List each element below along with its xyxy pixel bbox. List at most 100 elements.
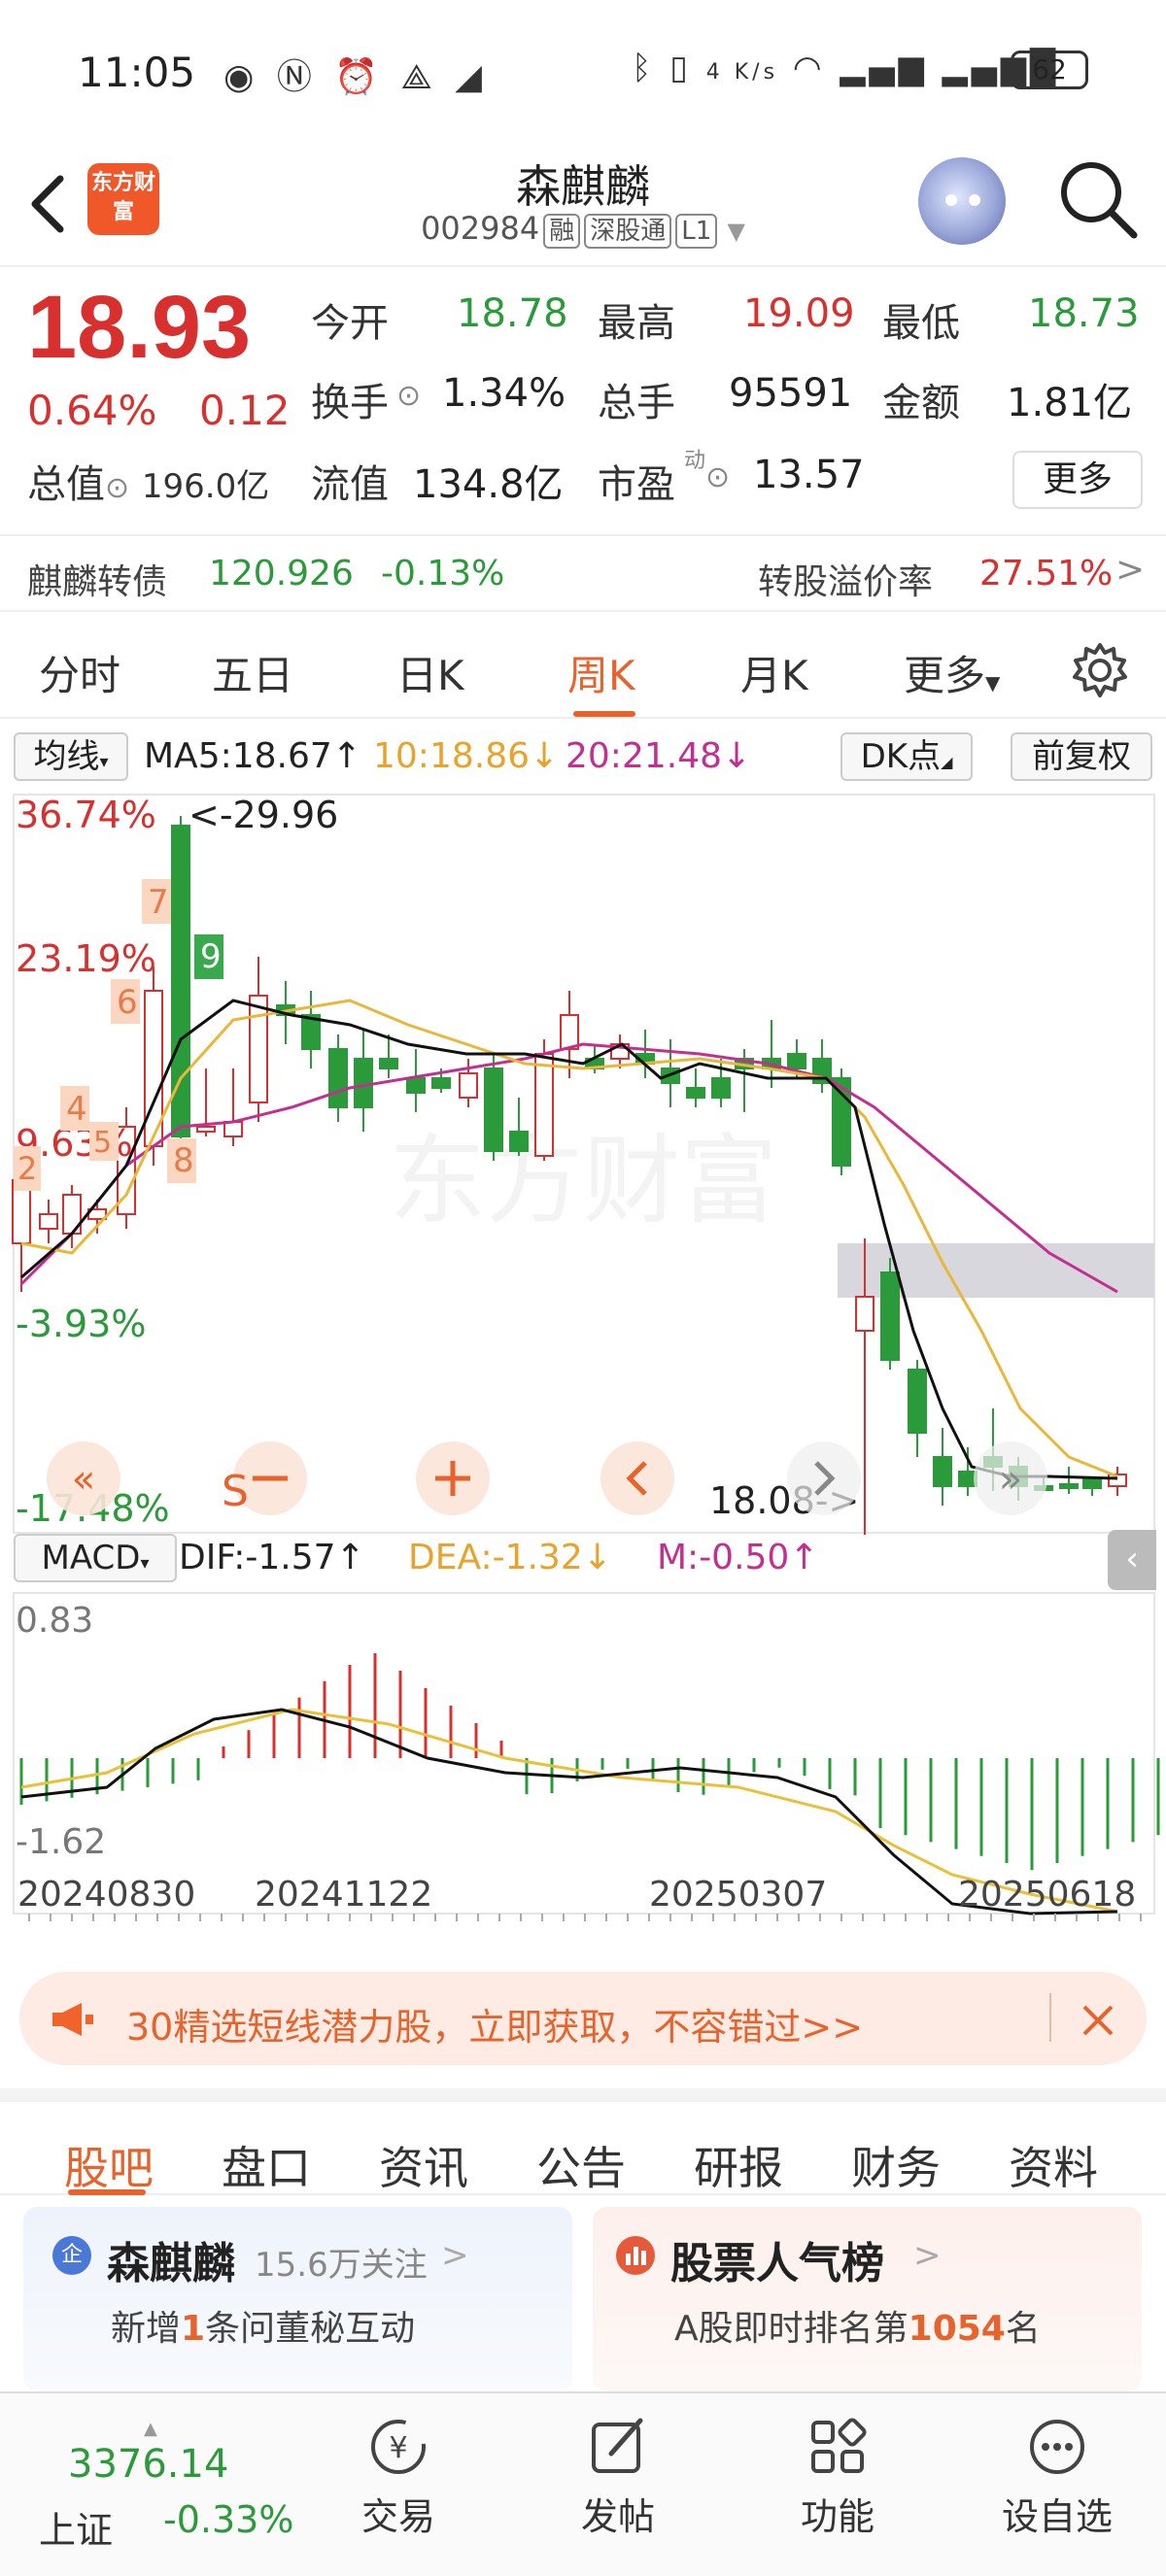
nav-add-watchlist[interactable]: 设自选 [979, 2413, 1135, 2540]
x-date-4: 20250618 [958, 1875, 1137, 1915]
tab-order-book[interactable]: 盘口 [222, 2133, 311, 2197]
open-label: 今开 [311, 301, 389, 346]
promo-banner[interactable]: 30精选短线潜力股，立即获取，不容错过>> [19, 1972, 1147, 2065]
total-value-label: 总值 [27, 462, 105, 507]
tab-more[interactable]: 更多▼ [904, 643, 1000, 702]
total-value-row: 总值⊙ 196.0亿 [27, 453, 269, 509]
pe-superscript: 动 [684, 449, 706, 473]
signal-4g-icon: ▂▄▆ [840, 49, 928, 87]
tab-intraday[interactable]: 分时 [39, 643, 120, 702]
time-axis-ticks [28, 1914, 1142, 1921]
cb-price: 120.926 [209, 554, 354, 593]
tab-weekly-k[interactable]: 周K [567, 643, 635, 702]
indicator-label: MACD [41, 1539, 141, 1577]
m-text: M:-0.50 [657, 1538, 790, 1577]
ma-legend-row: 均线▾ MA5:18.67↑ 10:18.86↓ 20:21.48↓ DK点◢ … [0, 730, 1166, 785]
macd-top-label: 0.83 [16, 1601, 93, 1641]
ma10-text: 10:18.86 [373, 736, 530, 776]
chevron-down-icon: ▼ [727, 218, 745, 245]
cb-name: 麒麟转债 [27, 562, 168, 602]
forum-sub-num: 1 [181, 2309, 206, 2349]
badge-2: 2 [17, 1150, 37, 1187]
info-icon[interactable]: ⊙ [705, 460, 730, 494]
ma20-value: 20:21.48↓ [566, 736, 751, 776]
search-button[interactable] [1054, 155, 1142, 243]
bottom-nav: ▲ 3376.14 上证 -0.33% ¥ 交易 发帖 功能 设自选 [0, 2391, 1166, 2576]
kline-chart[interactable]: 东方财富 36.74% 23.19% 9.63% -3.93% -17.48% … [0, 787, 1166, 1952]
nav-trade[interactable]: ¥ 交易 [321, 2413, 476, 2540]
stock-code: 002984 [421, 210, 540, 247]
back-button[interactable] [23, 165, 82, 243]
arrow-up-icon: ↑ [335, 1538, 365, 1577]
arrow-up-icon: ↑ [789, 1538, 819, 1577]
close-icon[interactable] [1079, 2001, 1117, 2040]
popularity-card[interactable]: 股票人气榜 > A股即时排名第1054名 [593, 2207, 1142, 2391]
more-button[interactable]: 更多 [1012, 451, 1143, 509]
scroll-right-button[interactable] [787, 1441, 861, 1515]
divider [1049, 1993, 1051, 2042]
turnover-label: 换手 [311, 381, 389, 425]
arrow-down-icon: ↓ [582, 1538, 612, 1577]
promo-text: 30精选短线潜力股，立即获取，不容错过>> [126, 2006, 864, 2049]
vibrate-icon: ▯ [669, 49, 692, 87]
badge-6: 6 [117, 983, 138, 1022]
dk-point-button[interactable]: DK点◢ [840, 732, 973, 781]
dea-text: DEA:-1.32 [408, 1538, 583, 1577]
tab-daily-k[interactable]: 日K [396, 643, 464, 702]
open-value: 18.78 [457, 291, 568, 336]
info-icon[interactable]: ⊙ [396, 379, 421, 413]
candle-body [880, 1271, 900, 1361]
tab-news[interactable]: 资讯 [379, 2133, 468, 2197]
tab-profile[interactable]: 资料 [1009, 2133, 1098, 2197]
cb-change: -0.13% [381, 554, 505, 593]
tab-monthly-k[interactable]: 月K [740, 643, 808, 702]
collapse-panel-button[interactable]: ‹ [1108, 1530, 1156, 1590]
dk-label: DK点 [860, 737, 942, 776]
index-name: 上证 [39, 2509, 114, 2552]
alarm-icon: ⏰ [334, 57, 385, 97]
ma-selector[interactable]: 均线▾ [14, 732, 128, 781]
tab-financials[interactable]: 财务 [851, 2133, 941, 2197]
settings-button[interactable] [1071, 641, 1129, 703]
amount-value: 1.81亿 [1007, 381, 1133, 425]
assistant-avatar[interactable] [918, 157, 1006, 245]
tag-margin: 融 [543, 214, 581, 249]
high-label: 最高 [598, 301, 675, 346]
scroll-left-fast-button[interactable]: « [47, 1441, 120, 1515]
scroll-left-button[interactable] [600, 1441, 674, 1515]
tab-research[interactable]: 研报 [694, 2133, 783, 2197]
company-icon: 企 [52, 2236, 91, 2275]
double-chevron-right-icon: » [999, 1457, 1022, 1502]
y-label-4: -3.93% [16, 1303, 146, 1345]
zoom-in-button[interactable] [416, 1441, 490, 1515]
tag-level: L1 [675, 214, 718, 249]
stock-code-row[interactable]: 002984 融深股通 L1 ▼ [389, 210, 777, 249]
adjust-button[interactable]: 前复权 [1011, 732, 1152, 781]
badge-8: 8 [173, 1141, 194, 1180]
index-value: 3376.14 [68, 2442, 229, 2487]
tab-five-day[interactable]: 五日 [212, 643, 293, 702]
bluetooth-icon: ᛒ [632, 49, 656, 87]
search-icon [1061, 162, 1138, 239]
nav-functions[interactable]: 功能 [760, 2413, 915, 2540]
candle-body [328, 1048, 348, 1108]
wifi-alt-icon: ◢ [455, 57, 488, 97]
convertible-bond-row[interactable]: 麒麟转债 120.926 -0.13% 转股溢价率 27.51% > [0, 534, 1166, 612]
candle-body [1059, 1483, 1079, 1489]
nav-post[interactable]: 发帖 [540, 2413, 696, 2540]
info-icon[interactable]: ⊙ [105, 471, 129, 505]
indicator-selector[interactable]: MACD▾ [14, 1534, 177, 1582]
forum-card[interactable]: 企 森麒麟 15.6万关注 > 新增1条问董秘互动 [23, 2207, 572, 2391]
candle-body [484, 1068, 503, 1152]
ma20-text: 20:21.48 [566, 736, 722, 776]
tab-announcements[interactable]: 公告 [536, 2133, 626, 2197]
scroll-right-fast-button[interactable]: » [974, 1441, 1047, 1515]
last-price: 18.93 [27, 278, 252, 377]
active-tab-indicator [573, 711, 635, 717]
index-ticker[interactable]: ▲ 3376.14 上证 -0.33% [39, 2419, 311, 2559]
tab-forum[interactable]: 股吧 [64, 2133, 154, 2197]
app-logo[interactable]: 东方财富 [87, 163, 159, 235]
change-percent: 0.64% [27, 387, 157, 434]
pe-label: 市盈 [598, 462, 675, 507]
battery-icon: 62 [1011, 51, 1088, 89]
